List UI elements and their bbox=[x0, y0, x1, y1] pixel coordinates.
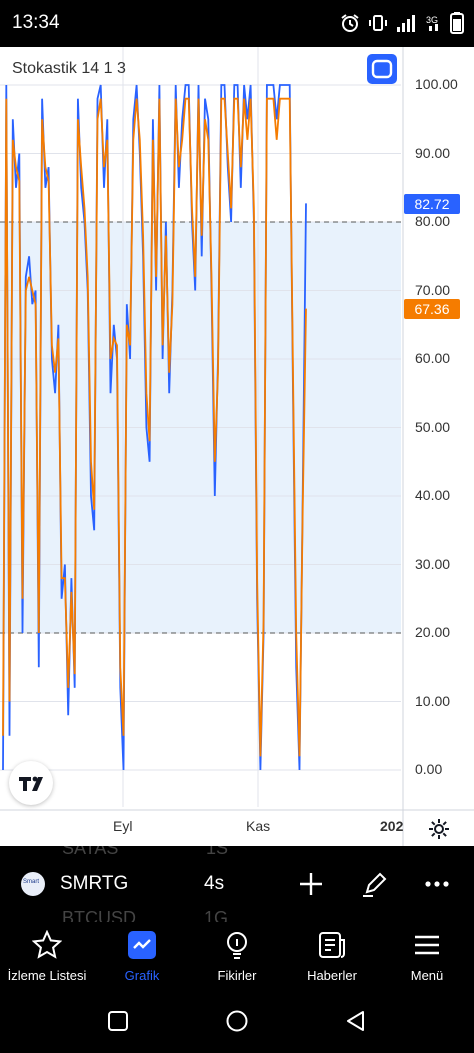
settings-gear-icon[interactable] bbox=[427, 817, 451, 841]
tab-menu[interactable]: Menü bbox=[380, 922, 474, 994]
x-tick-label: Eyl bbox=[113, 818, 133, 834]
tab-label: Fikirler bbox=[217, 968, 257, 983]
tab-watchlist[interactable]: İzleme Listesi bbox=[0, 922, 94, 994]
menu-icon bbox=[415, 935, 439, 955]
symbol-bar[interactable]: SATAS 1S Smart SMRTG 4s BTCUSD 1G bbox=[0, 846, 474, 922]
system-navigation-bar bbox=[0, 994, 474, 1053]
battery-icon bbox=[450, 12, 464, 34]
fullscreen-icon bbox=[371, 59, 393, 79]
svg-text:3G: 3G bbox=[426, 15, 438, 25]
interval-selector[interactable]: 4s bbox=[204, 873, 224, 895]
add-icon[interactable] bbox=[298, 871, 324, 897]
ghost-interval-top: 1S bbox=[206, 846, 229, 858]
tab-label: Grafik bbox=[124, 968, 160, 983]
tab-label: Haberler bbox=[307, 968, 357, 983]
symbol-logo-text: Smart bbox=[23, 879, 40, 885]
y-tick-label: 50.00 bbox=[415, 418, 451, 435]
tradingview-logo[interactable] bbox=[9, 761, 53, 805]
signal-icon bbox=[397, 15, 415, 32]
y-tick-label: 30.00 bbox=[415, 555, 451, 572]
tab-label: İzleme Listesi bbox=[7, 968, 87, 983]
star-icon bbox=[32, 930, 62, 959]
chart-icon bbox=[128, 931, 156, 959]
alarm-icon bbox=[341, 14, 359, 32]
x-tick-label: Kas bbox=[246, 818, 271, 834]
back-icon[interactable] bbox=[345, 1010, 367, 1032]
y-tick-label: 0.00 bbox=[415, 761, 443, 777]
indicator-title[interactable]: Stokastik 14 1 3 bbox=[12, 60, 126, 78]
draw-pen-icon[interactable] bbox=[361, 870, 389, 898]
news-icon bbox=[319, 932, 345, 958]
d-value-badge: 67.36 bbox=[404, 299, 460, 319]
ghost-interval-bottom: 1G bbox=[204, 908, 229, 922]
tab-label: Menü bbox=[410, 968, 444, 983]
y-tick-label: 70.00 bbox=[415, 281, 451, 298]
symbol-logo: Smart bbox=[21, 872, 45, 896]
status-icons: 3G bbox=[340, 12, 464, 34]
recent-apps-icon[interactable] bbox=[107, 1010, 129, 1032]
tab-chart[interactable]: Grafik bbox=[95, 922, 189, 994]
y-tick-label: 10.00 bbox=[415, 692, 451, 709]
tradingview-logo-icon bbox=[19, 776, 43, 791]
lightbulb-icon bbox=[227, 932, 247, 959]
tab-ideas[interactable]: Fikirler bbox=[190, 922, 284, 994]
y-tick-label: 90.00 bbox=[415, 144, 451, 161]
vibrate-icon bbox=[369, 15, 387, 31]
x-tick-label: 202 bbox=[380, 818, 404, 834]
chart-area[interactable]: Stokastik 14 1 3 100.00 90.00 80.00 70.00 60… bbox=[0, 47, 474, 846]
symbol-name[interactable]: SMRTG bbox=[60, 873, 128, 895]
more-icon[interactable] bbox=[424, 880, 450, 888]
y-tick-label: 20.00 bbox=[415, 624, 451, 640]
status-time: 13:34 bbox=[12, 12, 60, 33]
ghost-symbol-bottom: BTCUSD bbox=[62, 908, 137, 922]
home-icon[interactable] bbox=[225, 1009, 249, 1033]
y-tick-label: 60.00 bbox=[415, 350, 451, 366]
y-tick-label: 100.00 bbox=[415, 76, 458, 92]
bottom-tab-bar: İzleme Listesi Grafik Fikirler Haberler … bbox=[0, 922, 474, 994]
k-value-badge: 82.72 bbox=[404, 194, 460, 214]
fullscreen-button[interactable] bbox=[367, 54, 397, 84]
y-tick-label: 80.00 bbox=[415, 213, 451, 229]
status-bar: 13:34 3G bbox=[0, 0, 474, 47]
chart-svg[interactable] bbox=[0, 47, 474, 846]
y-tick-label: 40.00 bbox=[415, 487, 451, 503]
ghost-symbol-top: SATAS bbox=[62, 846, 119, 858]
tab-news[interactable]: Haberler bbox=[285, 922, 379, 994]
network-3g-icon: 3G bbox=[426, 15, 438, 31]
